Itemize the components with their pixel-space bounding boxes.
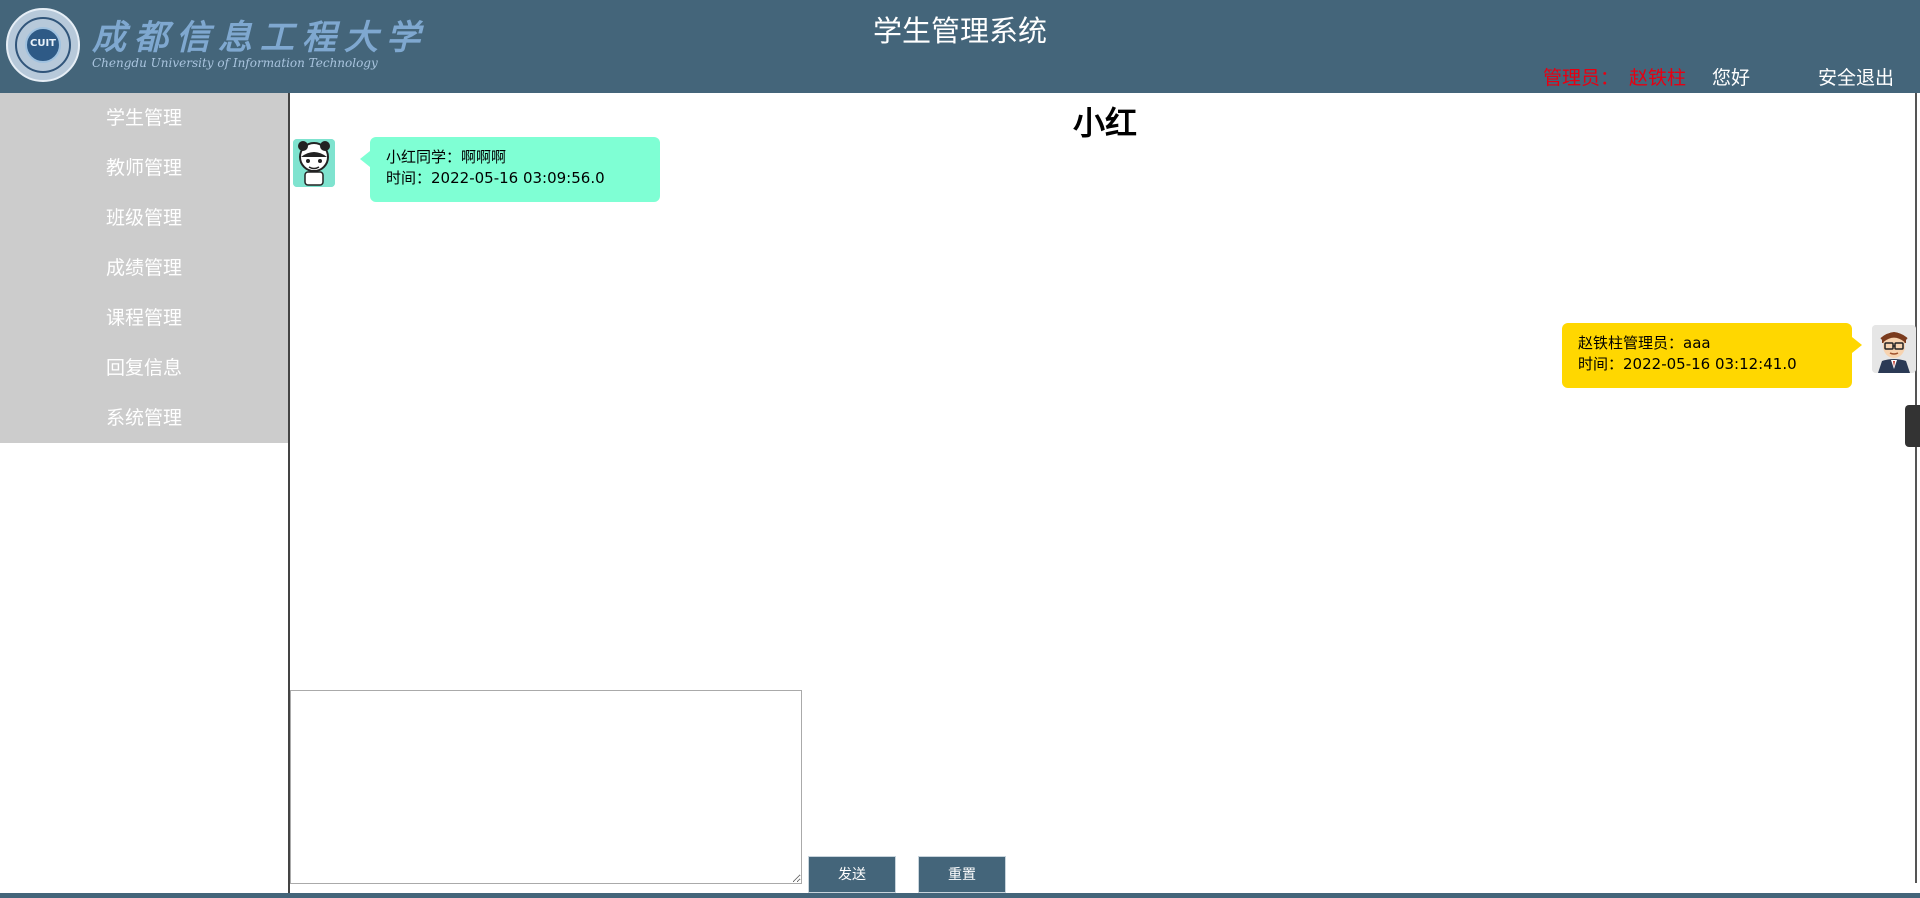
sidebar-item-class-management[interactable]: 班级管理 xyxy=(0,193,288,243)
footer-bar xyxy=(0,893,1920,898)
university-logo: CUIT 成都信息工程大学 Chengdu University of Info… xyxy=(6,8,420,84)
message-time-line: 时间：2022-05-16 03:12:41.0 xyxy=(1578,354,1836,375)
admin-avatar-icon xyxy=(1872,325,1916,373)
sidebar-item-student-management[interactable]: 学生管理 xyxy=(0,93,288,143)
message-line: 赵铁柱管理员：aaa xyxy=(1578,333,1836,354)
message-line: 小红同学：啊啊啊 xyxy=(386,147,644,168)
sidebar-item-grade-management[interactable]: 成绩管理 xyxy=(0,243,288,293)
student-avatar-icon xyxy=(293,139,335,187)
university-seal-icon: CUIT xyxy=(6,8,80,82)
logo-name-chinese: 成都信息工程大学 xyxy=(92,18,428,58)
sidebar-item-system-management[interactable]: 系统管理 xyxy=(0,393,288,443)
content-right-border xyxy=(1915,93,1917,883)
admin-role-label: 管理员： xyxy=(1543,67,1620,89)
logo-name-english: Chengdu University of Information Techno… xyxy=(92,56,378,70)
message-timestamp: 2022-05-16 03:12:41.0 xyxy=(1623,355,1797,373)
message-time-line: 时间：2022-05-16 03:09:56.0 xyxy=(386,168,644,189)
message-time-label: 时间： xyxy=(1578,355,1624,373)
message-time-label: 时间： xyxy=(386,169,432,187)
sidebar-item-reply-messages[interactable]: 回复信息 xyxy=(0,343,288,393)
logout-link[interactable]: 安全退出 xyxy=(1818,63,1894,90)
chat-title: 小红 xyxy=(1072,104,1137,142)
greeting-text: 您好 xyxy=(1712,67,1751,89)
system-title: 学生管理系统 xyxy=(872,14,1047,48)
message-bubble-admin: 赵铁柱管理员：aaa 时间：2022-05-16 03:12:41.0 xyxy=(1562,323,1862,388)
logo-seal-text: CUIT xyxy=(29,38,56,49)
admin-name: 赵铁柱 xyxy=(1629,67,1687,89)
side-scroll-handle[interactable] xyxy=(1905,405,1920,447)
message-timestamp: 2022-05-16 03:09:56.0 xyxy=(431,169,605,187)
message-sender: 小红同学： xyxy=(386,148,462,166)
reset-button[interactable]: 重置 xyxy=(918,856,1006,893)
sidebar-item-teacher-management[interactable]: 教师管理 xyxy=(0,143,288,193)
message-text: aaa xyxy=(1683,334,1711,352)
send-button[interactable]: 发送 xyxy=(808,856,896,893)
message-input[interactable] xyxy=(290,690,802,884)
sidebar-item-course-management[interactable]: 课程管理 xyxy=(0,293,288,343)
top-header: CUIT 成都信息工程大学 Chengdu University of Info… xyxy=(0,0,1920,93)
message-bubble-student: 小红同学：啊啊啊 时间：2022-05-16 03:09:56.0 xyxy=(360,137,660,202)
message-text: 啊啊啊 xyxy=(461,148,507,166)
message-sender: 赵铁柱管理员： xyxy=(1578,334,1684,352)
sidebar-menu: 学生管理 教师管理 班级管理 成绩管理 课程管理 回复信息 系统管理 xyxy=(0,93,288,443)
